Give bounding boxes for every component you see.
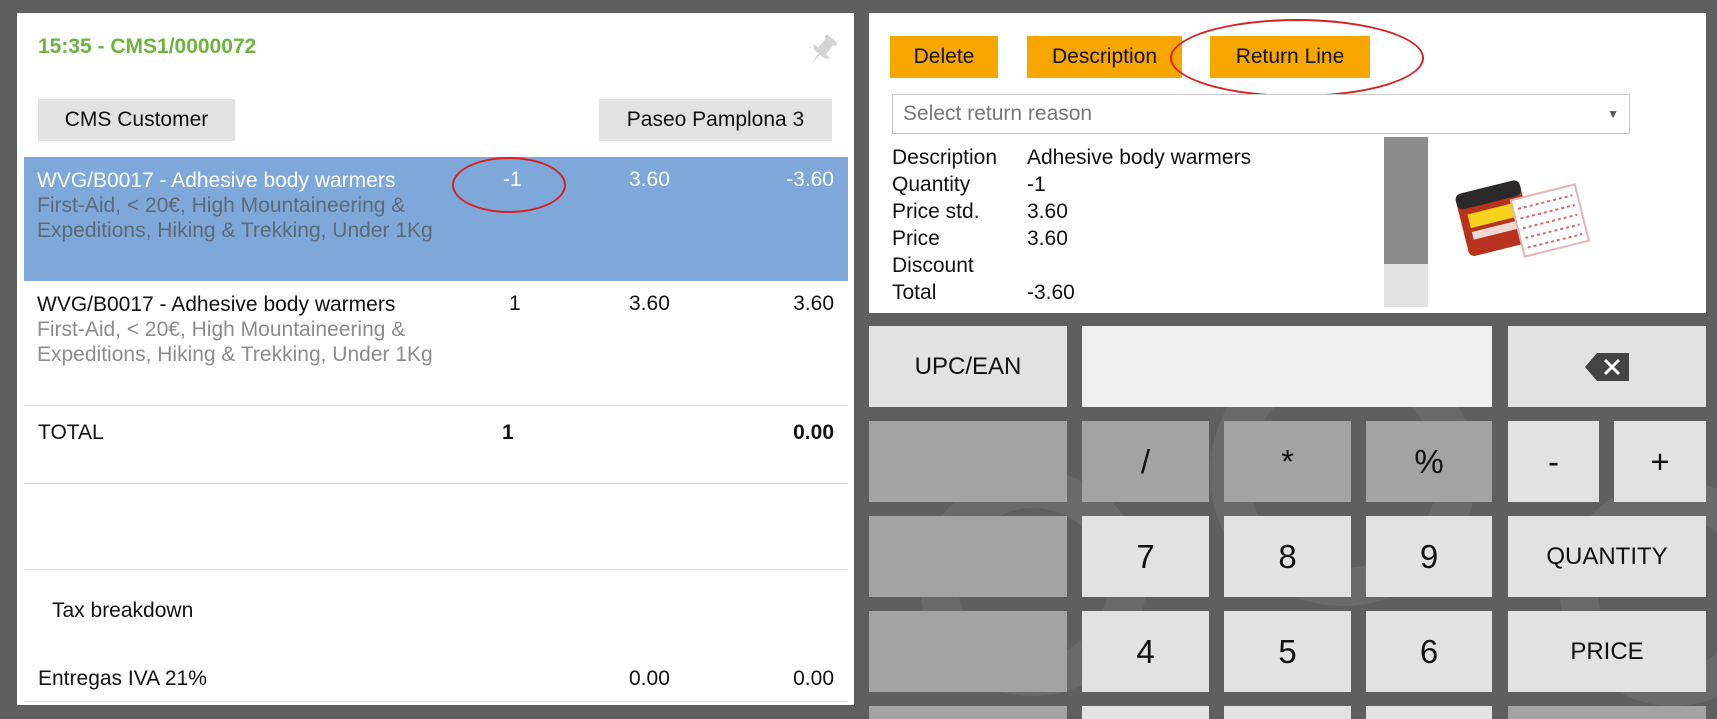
quantity-button[interactable]: QUANTITY [1508,516,1706,597]
tax-line-label: Entregas IVA 21% [38,667,207,690]
receipt-line-selected[interactable]: WVG/B0017 - Adhesive body warmers First-… [24,157,848,281]
divider [24,569,848,570]
keypad-partial-key[interactable] [1082,706,1209,719]
line-total: -3.60 [786,168,834,191]
receipt-line[interactable]: WVG/B0017 - Adhesive body warmers First-… [24,281,848,405]
keypad-blank-button[interactable] [869,421,1067,502]
scrollbar-thumb[interactable] [1384,137,1428,264]
line-description-block: WVG/B0017 - Adhesive body warmers First-… [37,292,457,367]
divider [24,405,848,406]
detail-label: Price [892,227,940,250]
details-scrollbar[interactable] [1384,137,1428,307]
annotation-ellipse-return-line [1170,19,1424,97]
line-edit-panel: Delete Description Return Line Select re… [869,13,1706,313]
keypad-blank-button[interactable] [869,706,1067,719]
line-description: WVG/B0017 - Adhesive body warmers [37,169,396,192]
line-categories: First-Aid, < 20€, High Mountaineering & … [37,194,433,242]
keypad-blank-button[interactable] [869,611,1067,692]
detail-value: -1 [1027,173,1046,196]
key-plus[interactable]: + [1614,421,1706,502]
pin-icon[interactable] [802,31,842,71]
keypad-partial-key[interactable] [1366,706,1492,719]
line-description-block: WVG/B0017 - Adhesive body warmers First-… [37,168,457,243]
key-4[interactable]: 4 [1082,611,1209,692]
detail-label: Discount [892,254,974,277]
keypad-blank-button[interactable] [869,516,1067,597]
product-package-icon [1447,161,1597,271]
return-reason-select[interactable]: Select return reason ▼ [892,94,1630,134]
return-reason-placeholder: Select return reason [903,102,1093,125]
key-6[interactable]: 6 [1366,611,1492,692]
description-button[interactable]: Description [1027,36,1182,78]
key-5[interactable]: 5 [1224,611,1351,692]
key-8[interactable]: 8 [1224,516,1351,597]
keypad-input[interactable] [1082,326,1492,407]
key-multiply[interactable]: * [1224,421,1351,502]
line-total: 3.60 [793,292,834,315]
detail-label: Description [892,146,998,169]
customer-button[interactable]: CMS Customer [38,99,235,141]
detail-label: Price std. [892,200,980,223]
line-price: 3.60 [629,168,670,191]
detail-value: 3.60 [1027,227,1068,250]
keypad-partial-key[interactable] [1224,706,1351,719]
divider [24,483,848,484]
tax-breakdown-label: Tax breakdown [52,599,194,622]
receipt-panel: 15:35 - CMS1/0000072 CMS Customer Paseo … [17,13,854,705]
detail-label: Total [892,281,937,304]
tax-line-amount: 0.00 [793,667,834,690]
backspace-icon[interactable] [1508,326,1706,407]
detail-label: Quantity [892,173,971,196]
delete-button[interactable]: Delete [890,36,998,78]
detail-value: 3.60 [1027,200,1068,223]
key-minus[interactable]: - [1508,421,1599,502]
key-7[interactable]: 7 [1082,516,1209,597]
total-amount: 0.00 [793,421,834,444]
line-price: 3.60 [629,292,670,315]
chevron-down-icon: ▼ [1607,107,1619,121]
tax-line-base: 0.00 [629,667,670,690]
annotation-ellipse-quantity [452,157,566,213]
line-description: WVG/B0017 - Adhesive body warmers [37,293,396,316]
key-percent[interactable]: % [1366,421,1492,502]
upc-ean-button[interactable]: UPC/EAN [869,326,1067,407]
receipt-header: 15:35 - CMS1/0000072 [38,35,257,58]
price-button[interactable]: PRICE [1508,611,1706,692]
key-divide[interactable]: / [1082,421,1209,502]
divider [24,701,848,702]
line-quantity: 1 [509,292,521,315]
line-categories: First-Aid, < 20€, High Mountaineering & … [37,318,433,366]
keypad-partial-key[interactable] [1508,706,1706,719]
detail-value: -3.60 [1027,281,1075,304]
detail-value: Adhesive body warmers [1027,146,1252,169]
total-quantity: 1 [502,421,514,444]
address-button[interactable]: Paseo Pamplona 3 [599,99,832,141]
key-9[interactable]: 9 [1366,516,1492,597]
total-label: TOTAL [38,421,104,444]
